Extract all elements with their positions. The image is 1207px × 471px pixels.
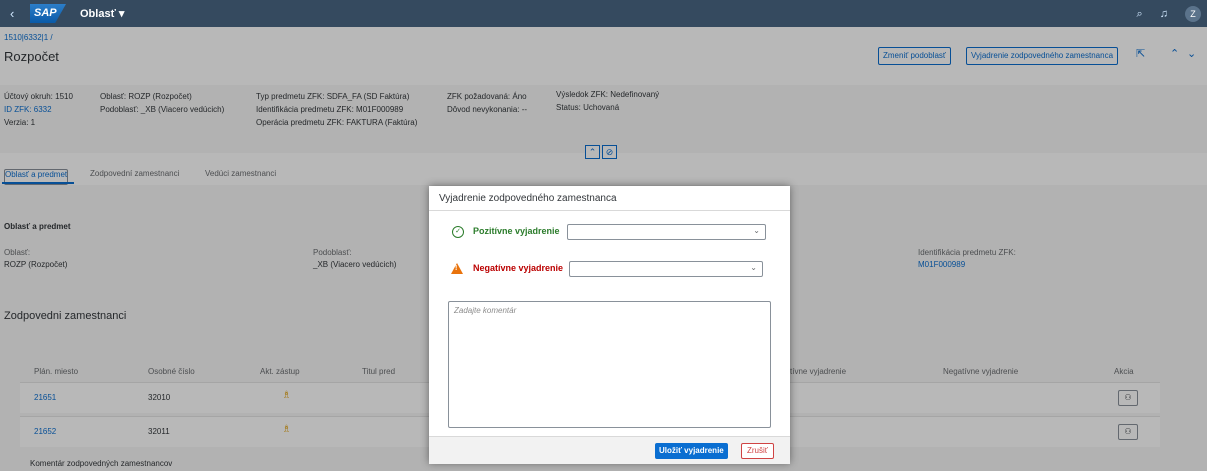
comment-textarea[interactable]: Zadajte komentár [448, 301, 771, 428]
collapse-header-icon[interactable]: ⌃ [585, 145, 600, 159]
facet-subarea: Podoblasť: _XB (Viacero vedúcich) [100, 105, 225, 114]
facet-col-3: Typ predmetu ZFK: SDFA_FA (SD Faktúra) I… [256, 90, 417, 129]
comment-section-label: Komentár zodpovedných zamestnancov [30, 459, 173, 468]
facet-col-4: ZFK požadovaná: Áno Dôvod nevykonania: -… [447, 90, 527, 116]
dialog-divider [429, 210, 790, 211]
employee-statement-button[interactable]: Vyjadrenie zodpovedného zamestnanca [966, 47, 1119, 65]
negative-statement-select[interactable]: ⌄ [569, 261, 763, 277]
substitute-icon: ♗ [282, 424, 291, 435]
avatar[interactable]: Z [1185, 6, 1201, 22]
row-personal-no: 32010 [148, 393, 171, 402]
col-header-positive[interactable]: tívne vyjadrenie [790, 367, 846, 376]
save-statement-button[interactable]: Uložiť vyjadrenie [655, 443, 728, 459]
field-subject-id-value[interactable]: M01F000989 [918, 259, 1016, 271]
col-header-personal-no[interactable]: Osobné číslo [148, 367, 195, 376]
logo-text: SAP [34, 7, 57, 19]
field-subarea-label: Podoblasť: [313, 248, 352, 257]
facet-version: Verzia: 1 [4, 118, 36, 127]
facet-reason: Dôvod nevykonania: -- [447, 105, 528, 114]
header-facets: Účtový okruh: 1510 ID ZFK: 6332 Verzia: … [0, 85, 1207, 153]
row-personal-no: 32011 [148, 427, 170, 436]
field-area-value: ROZP (Rozpočet) [4, 260, 68, 269]
shell-actions: ⌕ ♫ Z [1122, 6, 1201, 22]
negative-statement-label: Negatívne vyjadrenie [473, 263, 564, 273]
dialog-footer: Uložiť vyjadrenie Zrušiť [429, 436, 790, 464]
tab-managers[interactable]: Vedúci zamestnanci [205, 169, 276, 178]
facet-zfk-id[interactable]: ID ZFK: 6332 [4, 103, 73, 116]
facet-col-2: Oblasť: ROZP (Rozpočet) Podoblasť: _XB (… [100, 90, 224, 116]
facet-company-code: Účtový okruh: 1510 [4, 92, 73, 101]
check-circle-icon: ✓ [452, 226, 464, 238]
app-title-menu[interactable]: Oblasť ▾ [80, 7, 124, 20]
share-icon[interactable]: ⇱ [1136, 47, 1145, 60]
positive-statement-label: Pozitívne vyjadrenie [473, 226, 560, 236]
cancel-button[interactable]: Zrušiť [741, 443, 774, 459]
col-header-substitute[interactable]: Akt. zástup [260, 367, 300, 376]
field-subarea-value: _XB (Viacero vedúcich) [313, 260, 397, 269]
row-plan[interactable]: 21651 [34, 393, 56, 402]
facet-col-5: Výsledok ZFK: Nedefinovaný Status: Uchov… [556, 88, 659, 114]
breadcrumb[interactable]: 1510|6332|1 / [4, 33, 53, 42]
row-plan[interactable]: 21652 [34, 427, 56, 436]
tab-responsible-employees[interactable]: Zodpovední zamestnanci [90, 169, 179, 178]
add-person-icon[interactable]: ⚇ [1118, 424, 1138, 440]
chevron-down-icon[interactable]: ⌄ [1187, 47, 1196, 60]
facet-area: Oblasť: ROZP (Rozpočet) [100, 92, 192, 101]
search-icon[interactable]: ⌕ [1136, 8, 1142, 20]
warning-icon: ! [451, 263, 463, 274]
col-header-negative[interactable]: Negatívne vyjadrenie [943, 367, 1018, 376]
comment-placeholder: Zadajte komentár [454, 306, 517, 315]
header-collapse-controls: ⌃ ⊘ [585, 145, 619, 159]
chevron-down-icon[interactable]: ⌄ [750, 263, 757, 272]
facet-subject-operation: Operácia predmetu ZFK: FAKTURA (Faktúra) [256, 118, 418, 127]
facet-result: Výsledok ZFK: Nedefinovaný [556, 90, 660, 99]
add-person-icon[interactable]: ⚇ [1118, 390, 1138, 406]
facet-status: Status: Uchovaná [556, 103, 620, 112]
dialog-title: Vyjadrenie zodpovedného zamestnanca [439, 193, 617, 204]
pin-header-icon[interactable]: ⊘ [602, 145, 617, 159]
field-subject-id: Identifikácia predmetu ZFK: M01F000989 [918, 247, 1016, 271]
back-icon[interactable]: ‹ [10, 6, 14, 21]
facet-subject-id: Identifikácia predmetu ZFK: M01F000989 [256, 105, 404, 114]
col-header-title[interactable]: Titul pred [362, 367, 395, 376]
tab-selected-indicator [2, 182, 74, 184]
page-title: Rozpočet [4, 49, 59, 64]
substitute-icon: ♗ [282, 390, 291, 401]
field-subject-id-label: Identifikácia predmetu ZFK: [918, 248, 1016, 257]
positive-statement-select[interactable]: ⌄ [567, 224, 766, 240]
change-subarea-button[interactable]: Zmeniť podoblasť [878, 47, 951, 65]
facet-col-1: Účtový okruh: 1510 ID ZFK: 6332 Verzia: … [4, 90, 73, 129]
section-area-subject-title: Oblasť a predmet [4, 222, 71, 231]
chevron-up-icon[interactable]: ⌃ [1170, 47, 1179, 60]
notification-bell-icon[interactable]: ♫ [1160, 8, 1168, 20]
field-area: Oblasť: ROZP (Rozpočet) [4, 247, 67, 271]
facet-subject-type: Typ predmetu ZFK: SDFA_FA (SD Faktúra) [256, 92, 410, 101]
chevron-down-icon[interactable]: ⌄ [753, 226, 760, 235]
col-header-plan[interactable]: Plán. miesto [34, 367, 78, 376]
field-subarea: Podoblasť: _XB (Viacero vedúcich) [313, 247, 396, 271]
shell-bar: ‹ SAP Oblasť ▾ ⌕ ♫ Z [0, 0, 1207, 27]
facet-zfk-required: ZFK požadovaná: Áno [447, 92, 527, 101]
section-responsible-title: Zodpovedni zamestnanci [4, 310, 127, 322]
object-header: 1510|6332|1 / Rozpočet Zmeniť podoblasť … [0, 27, 1207, 74]
anchor-bar: Oblasť a predmet Zodpovední zamestnanci … [0, 161, 1207, 186]
statement-dialog: Vyjadrenie zodpovedného zamestnanca ✓ Po… [429, 186, 790, 464]
field-area-label: Oblasť: [4, 248, 31, 257]
sap-logo[interactable]: SAP [30, 4, 66, 23]
col-header-action[interactable]: Akcia [1114, 367, 1134, 376]
